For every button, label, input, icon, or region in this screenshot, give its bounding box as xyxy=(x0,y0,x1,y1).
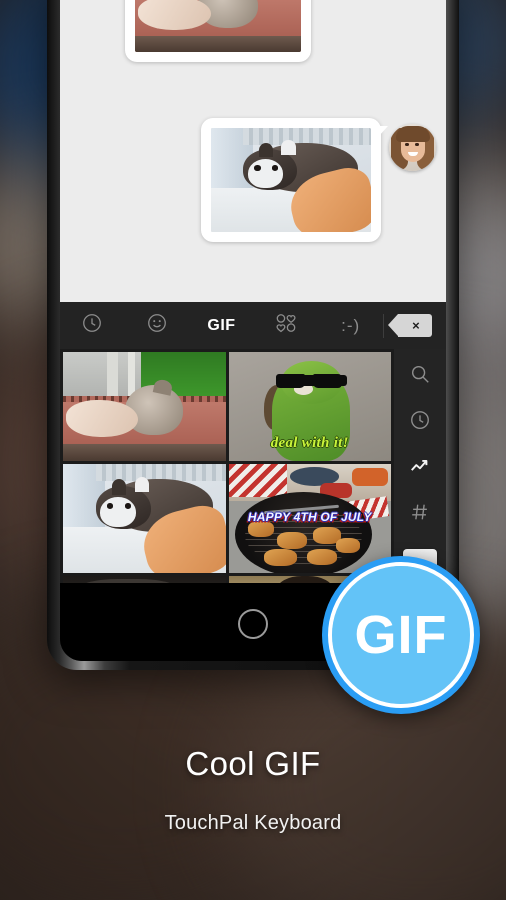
search-button[interactable] xyxy=(403,359,437,393)
hashtag-button[interactable] xyxy=(403,497,437,531)
smiley-icon xyxy=(146,312,168,339)
emoticon-label: :-) xyxy=(341,315,361,335)
search-icon xyxy=(409,363,431,390)
chat-bubble[interactable] xyxy=(125,0,311,62)
clock-icon xyxy=(81,312,103,339)
backspace-icon: × xyxy=(387,314,432,337)
gif-badge-ring xyxy=(328,562,474,708)
keyboard-toolbar: GIF:-) × xyxy=(60,302,446,349)
contact-avatar-female xyxy=(389,124,436,171)
tab-stickers[interactable] xyxy=(254,302,319,349)
keyboard-body: deal with it! HAPPY 4TH OF JULY xyxy=(60,349,446,583)
gif-caption-deal-with-it: deal with it! xyxy=(270,435,349,452)
recent-button[interactable] xyxy=(403,405,437,439)
chat-message-outgoing[interactable] xyxy=(193,118,436,242)
gif-keyboard-panel: GIF:-) × deal with it! HAPPY 4TH OF JUL… xyxy=(60,302,446,583)
chat-bubble[interactable] xyxy=(201,118,388,242)
screenshot-root: GIF:-) × deal with it! HAPPY 4TH OF JUL… xyxy=(0,0,506,900)
tab-emoji[interactable] xyxy=(125,302,190,349)
home-button[interactable] xyxy=(238,609,268,639)
gif-results-grid[interactable]: deal with it! HAPPY 4TH OF JULY xyxy=(60,349,394,583)
page-subtitle: TouchPal Keyboard xyxy=(164,812,342,834)
gif-result-kitten[interactable] xyxy=(63,352,226,461)
trending-icon xyxy=(408,455,432,482)
chat-message-incoming[interactable] xyxy=(70,0,319,62)
kitten-on-mat-gif[interactable] xyxy=(135,0,301,52)
hashtag-icon xyxy=(409,501,431,528)
trending-button[interactable] xyxy=(403,451,437,485)
gif-category-sidebar xyxy=(394,349,446,583)
clock-icon xyxy=(409,409,431,436)
tab-recent[interactable] xyxy=(60,302,125,349)
gif-caption-4th-of-july: HAPPY 4TH OF JULY xyxy=(247,509,372,524)
tab-gif-label: GIF xyxy=(207,316,236,334)
gif-badge: GIF xyxy=(322,556,480,714)
gif-result-row3-left[interactable] xyxy=(63,576,226,583)
tab-gif[interactable]: GIF xyxy=(189,302,254,349)
gif-result-parrot[interactable]: deal with it! xyxy=(228,352,391,461)
gif-result-bbq[interactable]: HAPPY 4TH OF JULY xyxy=(228,464,391,573)
stickers-icon xyxy=(274,312,298,339)
chat-conversation xyxy=(60,0,446,302)
gif-result-husky[interactable] xyxy=(63,464,226,573)
page-title: Cool GIF xyxy=(185,745,321,782)
backspace-label: × xyxy=(412,318,420,333)
tab-emoticon[interactable]: :-) xyxy=(318,302,383,349)
backspace-button[interactable]: × xyxy=(384,302,446,349)
phone-screen: GIF:-) × deal with it! HAPPY 4TH OF JUL… xyxy=(60,0,446,583)
husky-puppy-gif[interactable] xyxy=(211,128,371,232)
